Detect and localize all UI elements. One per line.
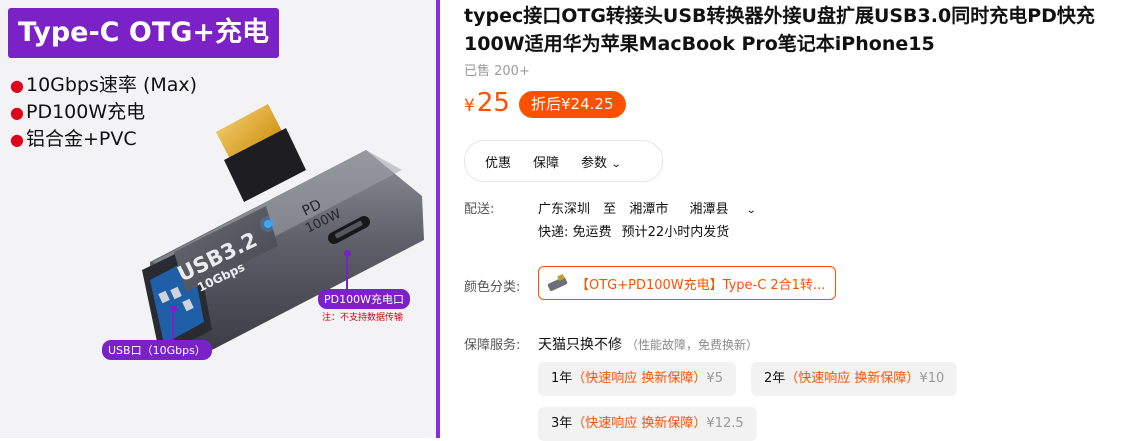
service-promo: （快速响应 换新保障）: [572, 416, 707, 431]
product-thumbnail-icon: [546, 273, 570, 293]
service-label: 保障服务:: [464, 338, 521, 353]
info-tabs: 优惠 保障 参数 ⌄: [464, 140, 663, 182]
service-option-1y[interactable]: 1年（快速响应 换新保障）¥5: [538, 362, 736, 396]
service-option-2y[interactable]: 2年（快速响应 换新保障）¥10: [751, 362, 958, 396]
service-year: 3年: [551, 416, 573, 431]
ship-estimate: 预计22小时内发货: [621, 225, 730, 240]
ship-county-selector[interactable]: 湘潭县: [689, 202, 728, 217]
shipping-details: 快递: 免运费 预计22小时内发货: [538, 221, 729, 240]
service-price: ¥10: [919, 371, 945, 386]
sold-count: 已售 200+: [464, 64, 530, 79]
chevron-down-icon[interactable]: ⌄: [745, 205, 756, 216]
service-price: ¥5: [706, 371, 723, 386]
ship-from: 广东深圳: [538, 202, 591, 217]
service-header: 天猫只换不修 （性能故障，免费换新）: [538, 334, 758, 354]
ship-city-selector[interactable]: 湘潭市: [629, 202, 668, 217]
service-title: 天猫只换不修: [538, 337, 622, 353]
currency-symbol: ¥: [464, 96, 475, 116]
price: ¥25: [464, 88, 510, 118]
adapter-illustration: USB3.2 10Gbps PD 100W: [142, 104, 424, 356]
callout-pd-label: PD100W充电口: [318, 289, 410, 309]
usb-c-plug-icon: [216, 104, 306, 202]
product-image[interactable]: Type-C OTG+充电 ● 10Gbps速率 (Max) ● PD100W充电 …: [0, 0, 440, 438]
tab-coupons[interactable]: 优惠: [465, 152, 522, 171]
color-label: 颜色分类:: [464, 280, 521, 295]
price-value: 25: [476, 88, 510, 118]
tab-label: 保障: [533, 155, 560, 171]
shipping-label: 配送:: [464, 202, 495, 217]
callout-pd-line: [346, 254, 348, 290]
product-title: typec接口OTG转接头USB转换器外接U盘扩展USB3.0同时充电PD快充1…: [464, 5, 1095, 55]
service-price: ¥12.5: [706, 416, 744, 431]
color-option-selected[interactable]: 【OTG+PD100W充电】Type-C 2合1转...: [538, 266, 836, 300]
tab-guarantee[interactable]: 保障: [522, 152, 570, 171]
callout-usb-line: [172, 309, 174, 341]
service-year: 1年: [551, 371, 573, 386]
ship-to-word: 至: [603, 202, 617, 217]
tab-label: 参数: [581, 155, 608, 171]
shipping-route: 广东深圳 至 湘潭市 湘潭县 ⌄: [538, 198, 764, 217]
service-promo: （快速响应 换新保障）: [572, 371, 707, 386]
chevron-down-icon: ⌄: [610, 158, 622, 170]
callout-usb-label: USB口（10Gbps）: [102, 340, 212, 360]
service-subtitle: （性能故障，免费换新）: [626, 338, 759, 352]
tab-label: 优惠: [485, 155, 512, 171]
express-fee: 快递: 免运费: [538, 225, 612, 240]
image-divider: [436, 0, 440, 438]
discount-badge: 折后¥24.25: [519, 91, 626, 118]
service-year: 2年: [764, 371, 786, 386]
service-option-3y[interactable]: 3年（快速响应 换新保障）¥12.5: [538, 407, 757, 441]
tab-params[interactable]: 参数 ⌄: [570, 152, 631, 171]
service-promo: （快速响应 换新保障）: [785, 371, 920, 386]
callout-pd-note: 注：不支持数据传输: [322, 313, 404, 323]
color-option-label: 【OTG+PD100W充电】Type-C 2合1转...: [576, 277, 826, 293]
